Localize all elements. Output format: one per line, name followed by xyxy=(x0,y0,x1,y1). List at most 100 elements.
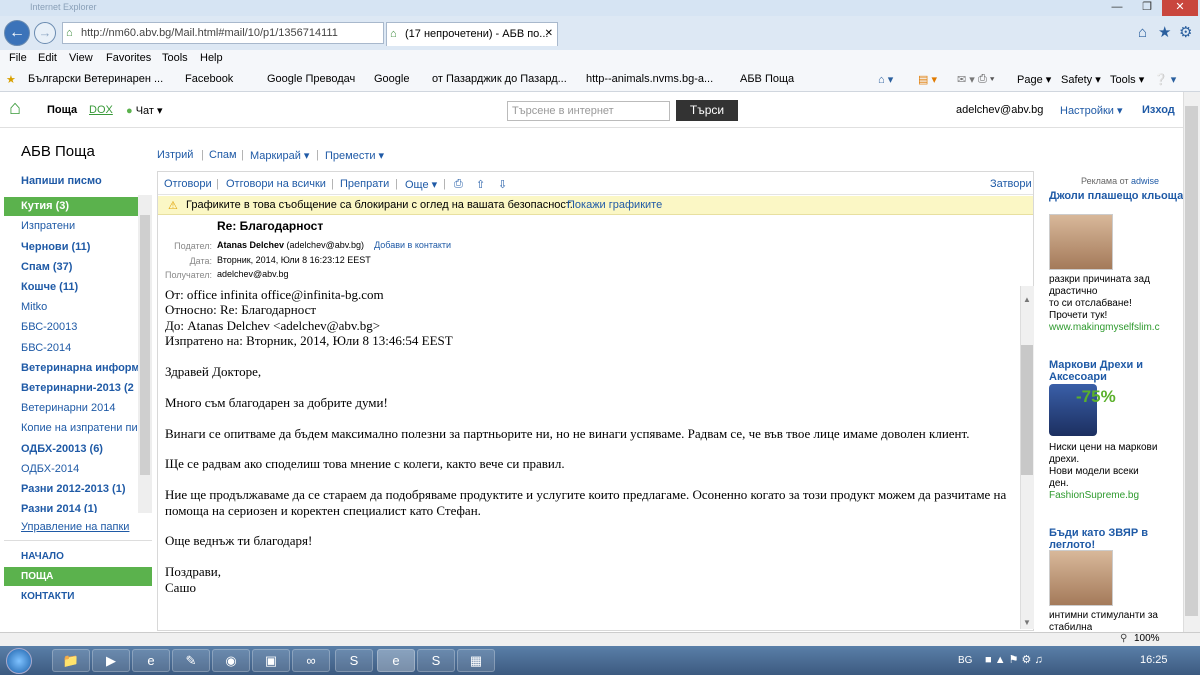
brand-label[interactable]: Поща xyxy=(47,104,77,116)
folder-item[interactable]: БВС-20013 xyxy=(21,321,139,333)
abv-home-icon[interactable]: ⌂ xyxy=(9,97,21,120)
adwise-logo[interactable]: adwise xyxy=(1131,176,1159,186)
add-contact-link[interactable]: Добави в контакти xyxy=(374,240,451,250)
dox-link[interactable]: DOX xyxy=(89,104,113,116)
manage-folders-link[interactable]: Управление на папки xyxy=(21,521,129,533)
folder-item[interactable]: Mitko xyxy=(21,301,139,313)
print-icon[interactable]: ⎙ xyxy=(454,178,463,191)
feeds-icon[interactable]: ▤ ▾ xyxy=(918,73,937,86)
mark-menu[interactable]: Маркирай ▾ xyxy=(250,149,309,162)
folder-item[interactable]: ОДБХ-2014 xyxy=(21,463,139,475)
folder-item[interactable]: БВС-2014 xyxy=(21,342,139,354)
logout-link[interactable]: Изход xyxy=(1142,104,1175,116)
folder-item[interactable]: Спам (37) xyxy=(21,261,139,273)
menu-help[interactable]: Help xyxy=(200,52,223,64)
mail-icon[interactable]: ✉ ▾ xyxy=(957,73,975,86)
page-menu[interactable]: Page ▾ xyxy=(1017,73,1051,86)
home-cmd-icon[interactable]: ⌂ ▾ xyxy=(878,73,893,86)
tray-icons[interactable]: ■ ▲ ⚑ ⚙ ♫ xyxy=(985,653,1043,666)
zoom-icon[interactable]: ⚲ xyxy=(1120,633,1127,644)
network-app-icon[interactable]: ▦ xyxy=(457,649,495,672)
folder-item[interactable]: Кутия (3) xyxy=(21,200,139,212)
menu-favorites[interactable]: Favorites xyxy=(106,52,151,64)
more-menu[interactable]: Още ▾ xyxy=(405,178,437,191)
ad-title[interactable]: Бъди като ЗВЯР в леглото! xyxy=(1049,527,1179,551)
menu-edit[interactable]: Edit xyxy=(38,52,57,64)
nav-contacts[interactable]: КОНТАКТИ xyxy=(21,591,74,602)
search-input[interactable]: Търсене в интернет xyxy=(507,101,670,121)
spam-button[interactable]: Спам xyxy=(209,149,237,161)
fav-item[interactable]: от Пазарджик до Пазард... xyxy=(432,73,567,85)
ie-icon[interactable]: e xyxy=(132,649,170,672)
help-icon[interactable]: ❔ ▾ xyxy=(1154,73,1176,86)
media-player-icon[interactable]: ▶ xyxy=(92,649,130,672)
menu-file[interactable]: File xyxy=(9,52,27,64)
zoom-level[interactable]: 100% xyxy=(1134,633,1160,644)
tools-menu[interactable]: Tools ▾ xyxy=(1110,73,1144,86)
show-images-link[interactable]: Покажи графиките xyxy=(567,199,662,211)
folder-item[interactable]: Ветеринарни 2014 xyxy=(21,402,139,414)
ad-link[interactable]: www.makingmyselfslim.c xyxy=(1049,322,1160,333)
explorer-icon[interactable]: 📁 xyxy=(52,649,90,672)
nav-mail[interactable]: ПОЩА xyxy=(21,571,53,582)
chat-menu[interactable]: ● Чат ▾ xyxy=(126,104,163,117)
home-icon[interactable]: ⌂ xyxy=(1138,24,1147,41)
page-scroll-thumb[interactable] xyxy=(1185,106,1198,616)
scroll-up-icon[interactable]: ▲ xyxy=(1023,295,1031,304)
folder-item[interactable]: Разни 2014 (1) xyxy=(21,503,139,513)
folder-item[interactable]: ОДБХ-20013 (6) xyxy=(21,443,139,455)
ad-image[interactable] xyxy=(1049,550,1113,606)
safety-menu[interactable]: Safety ▾ xyxy=(1061,73,1101,86)
nav-home[interactable]: НАЧАЛО xyxy=(21,551,64,562)
start-button[interactable] xyxy=(6,648,32,674)
folder-item[interactable]: Разни 2012-2013 (1) xyxy=(21,483,139,495)
settings-menu[interactable]: Настройки ▾ xyxy=(1060,104,1123,117)
favorites-star-icon[interactable]: ★ xyxy=(6,73,16,86)
chrome-icon[interactable]: ◉ xyxy=(212,649,250,672)
folder-item[interactable]: Изпратени xyxy=(21,220,139,232)
language-indicator[interactable]: BG xyxy=(958,655,972,666)
skype-window-icon[interactable]: S xyxy=(417,649,455,672)
fav-item[interactable]: Google Преводач xyxy=(267,73,355,85)
ad-image[interactable] xyxy=(1049,214,1113,270)
folder-scroll-thumb[interactable] xyxy=(140,215,150,475)
fav-item[interactable]: АБВ Поща xyxy=(740,73,794,85)
menu-view[interactable]: View xyxy=(69,52,93,64)
reply-button[interactable]: Отговори xyxy=(164,178,212,190)
print-icon[interactable]: ⎙ ▾ xyxy=(978,73,994,86)
tab-close-icon[interactable]: ✕ xyxy=(545,23,553,45)
ad-title[interactable]: Маркови Дрехи и Аксесоари xyxy=(1049,359,1179,383)
minimize-button[interactable]: — xyxy=(1102,0,1132,16)
visual-studio-icon[interactable]: ∞ xyxy=(292,649,330,672)
fav-item[interactable]: Български Ветеринарен ... xyxy=(28,73,163,85)
fav-item[interactable]: Google xyxy=(374,73,409,85)
search-button[interactable]: Търси xyxy=(676,100,738,121)
folder-item[interactable]: Ветеринарна информ xyxy=(21,362,139,374)
forward-button[interactable]: Препрати xyxy=(340,178,389,190)
down-arrow-icon[interactable]: ⇩ xyxy=(498,178,507,191)
ad-title[interactable]: Джоли плашещо кльощава... xyxy=(1049,190,1200,202)
forward-button[interactable]: → xyxy=(34,22,56,44)
close-message-button[interactable]: Затвори xyxy=(990,178,1032,190)
folder-item[interactable]: Копие на изпратени пис xyxy=(21,422,139,434)
folder-item[interactable]: Ветеринарни-2013 (2 xyxy=(21,382,139,394)
maximize-button[interactable]: ❐ xyxy=(1132,0,1162,16)
settings-gear-icon[interactable]: ⚙ xyxy=(1179,23,1192,41)
folder-item[interactable]: Кошче (11) xyxy=(21,281,139,293)
compose-button[interactable]: Напиши писмо xyxy=(21,175,102,187)
delete-button[interactable]: Изтрий xyxy=(157,149,193,161)
reply-all-button[interactable]: Отговори на всички xyxy=(226,178,326,190)
menu-tools[interactable]: Tools xyxy=(162,52,188,64)
fav-item[interactable]: http--animals.nvms.bg-a... xyxy=(586,73,713,85)
skype-icon[interactable]: S xyxy=(335,649,373,672)
folder-item[interactable]: Чернови (11) xyxy=(21,241,139,253)
move-menu[interactable]: Премести ▾ xyxy=(325,149,384,162)
close-window-button[interactable]: ✕ xyxy=(1162,0,1198,16)
paint-icon[interactable]: ✎ xyxy=(172,649,210,672)
browser-tab[interactable]: ⌂ (17 непрочетени) - АБВ по... ✕ xyxy=(386,22,558,46)
back-button[interactable]: ← xyxy=(4,20,30,46)
app-icon[interactable]: ▣ xyxy=(252,649,290,672)
scroll-down-icon[interactable]: ▼ xyxy=(1023,618,1031,627)
favorites-star-icon[interactable]: ★ xyxy=(1158,23,1171,41)
ad-link[interactable]: FashionSupreme.bg xyxy=(1049,490,1139,501)
